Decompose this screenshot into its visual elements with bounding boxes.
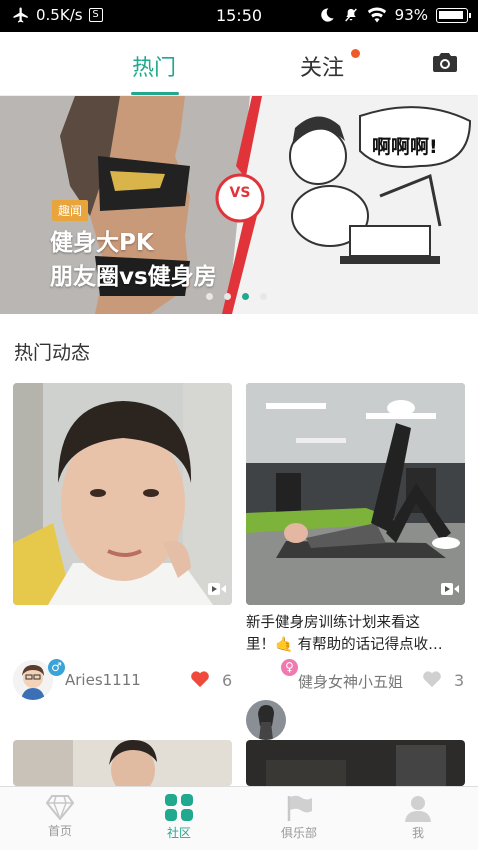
person-icon xyxy=(405,796,431,822)
banner-title-line1: 健身大PK xyxy=(50,230,154,256)
bottom-tab-bar: 首页 社区 俱乐部 我 xyxy=(0,786,478,850)
cartoon-speech-text: 啊啊啊! xyxy=(372,136,438,158)
diamond-icon xyxy=(46,795,74,820)
heart-outline-icon[interactable] xyxy=(422,670,442,688)
carousel-dot-active[interactable] xyxy=(242,293,249,300)
moon-icon xyxy=(320,8,334,22)
avatar[interactable] xyxy=(246,700,286,740)
post-username[interactable]: Aries1111 xyxy=(65,671,141,689)
follow-badge-dot xyxy=(351,49,360,58)
bottom-tab-label: 俱乐部 xyxy=(280,826,317,840)
carousel-dots xyxy=(206,293,267,300)
bottom-tab-label: 首页 xyxy=(47,824,72,838)
grid-icon xyxy=(165,794,193,821)
banner-carousel[interactable]: VS 啊啊啊! 趣闻 健身大PK 朋友圈vs健身房 xyxy=(0,96,478,314)
bottom-tab-label: 我 xyxy=(411,826,424,840)
active-tab-indicator xyxy=(131,92,179,95)
banner-title-line2: 朋友圈vs健身房 xyxy=(50,264,217,290)
bottom-tab-community[interactable]: 社区 xyxy=(139,787,219,841)
post-thumbnail[interactable] xyxy=(13,383,232,605)
post-description-line1: 新手健身房训练计划来看这 xyxy=(246,615,420,631)
battery-percent: 93% xyxy=(394,6,428,24)
carousel-dot[interactable] xyxy=(224,293,231,300)
carousel-dot[interactable] xyxy=(260,293,267,300)
post-description-line2: 里！🤙 有帮助的话记得点收… xyxy=(246,637,443,653)
video-icon xyxy=(441,583,459,595)
banner-tag: 趣闻 xyxy=(52,200,89,221)
female-icon: ♀ xyxy=(281,659,298,676)
male-icon: ♂ xyxy=(48,659,65,676)
like-count: 3 xyxy=(454,671,465,690)
flag-icon xyxy=(287,795,312,821)
battery-icon xyxy=(436,7,471,23)
status-bar: 0.5K/s S 15:50 93% xyxy=(0,0,478,32)
tab-follow[interactable]: 关注 xyxy=(300,50,344,82)
section-title: 热门动态 xyxy=(14,342,91,364)
avatar[interactable] xyxy=(13,660,53,700)
camera-icon[interactable] xyxy=(433,53,457,72)
heart-icon[interactable] xyxy=(190,670,210,688)
video-icon xyxy=(208,583,226,595)
bottom-tab-home[interactable]: 首页 xyxy=(20,787,100,839)
like-count: 6 xyxy=(222,671,233,690)
post-thumbnail[interactable] xyxy=(246,383,465,605)
wifi-icon xyxy=(367,7,386,23)
post-description[interactable]: 新手健身房训练计划来看这 里！🤙 有帮助的话记得点收… xyxy=(246,612,468,656)
bottom-tab-me[interactable]: 我 xyxy=(378,787,458,841)
mute-icon xyxy=(344,8,357,22)
carousel-dot[interactable] xyxy=(206,293,213,300)
post-username[interactable]: 健身女神小五姐 xyxy=(298,671,403,692)
top-tab-bar: 热门 关注 xyxy=(0,32,478,96)
post-thumbnail[interactable] xyxy=(13,740,232,786)
vs-label: VS xyxy=(229,185,251,201)
tab-hot[interactable]: 热门 xyxy=(132,50,176,82)
bottom-tab-label: 社区 xyxy=(166,826,191,840)
bottom-tab-club[interactable]: 俱乐部 xyxy=(259,787,339,841)
post-thumbnail[interactable] xyxy=(246,740,465,786)
